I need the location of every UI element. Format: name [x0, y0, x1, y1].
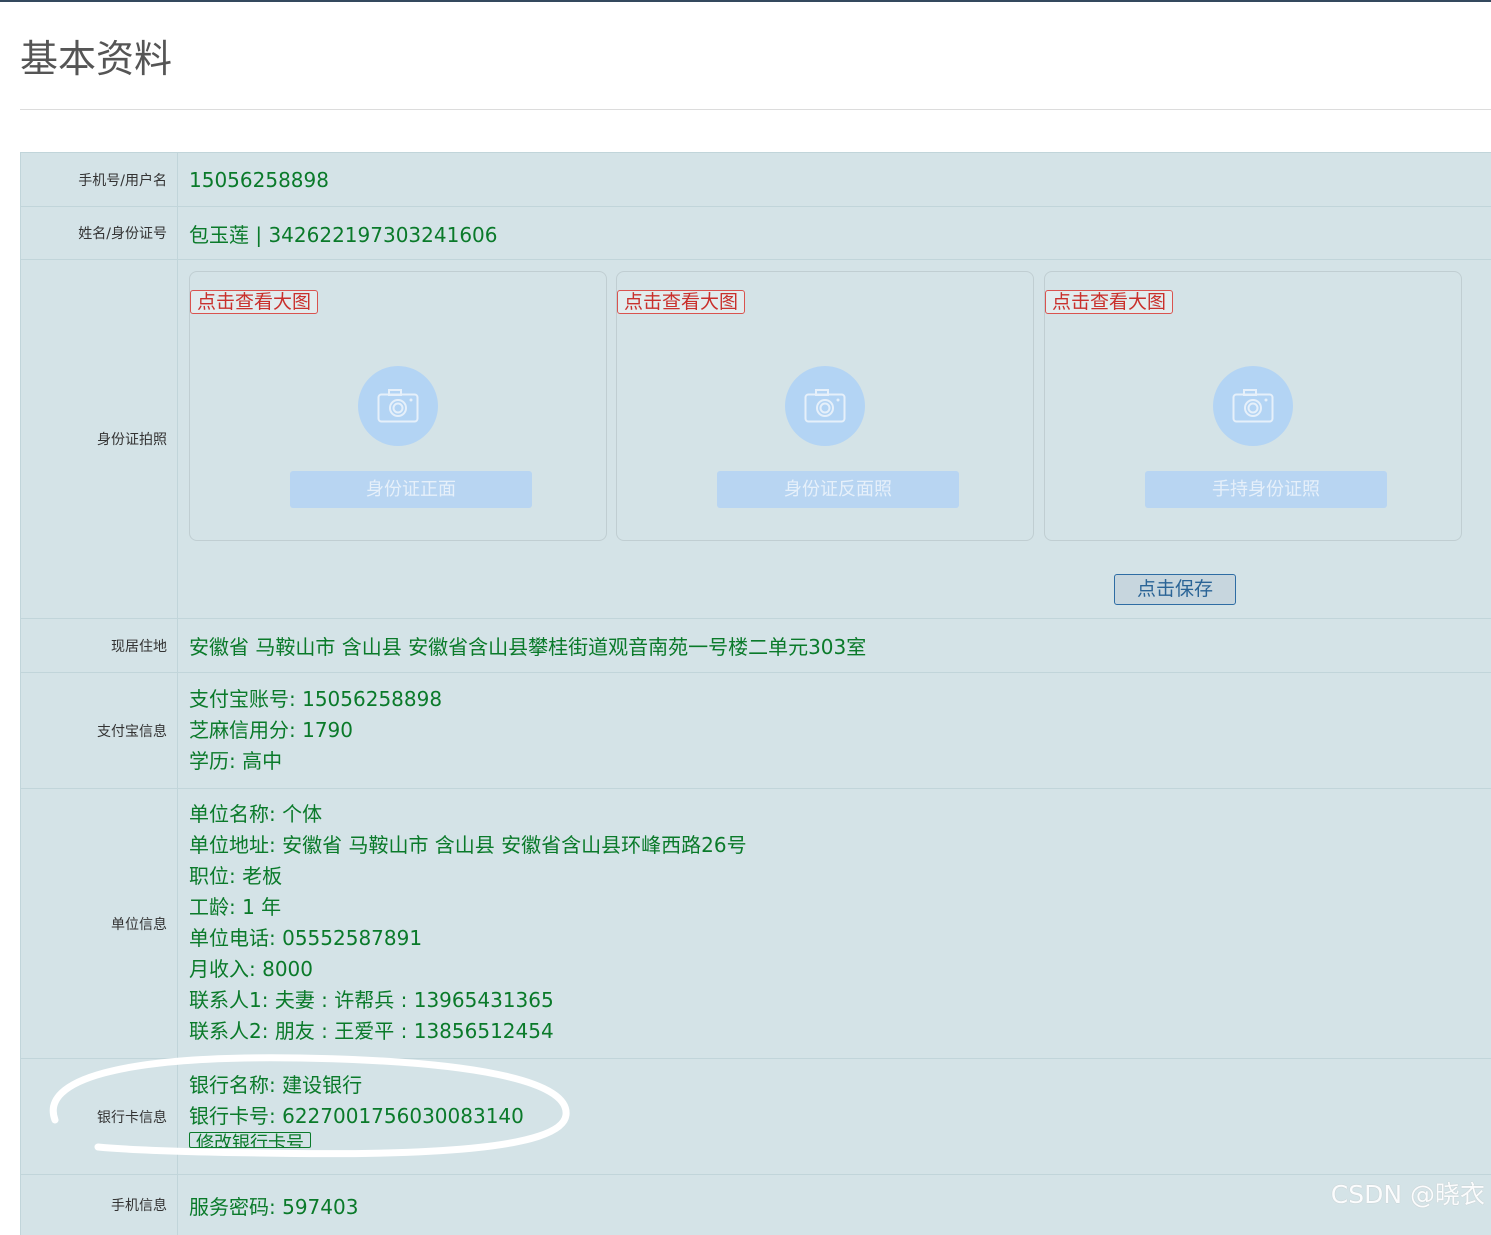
bank-card-number: 银行卡号: 6227001756030083140 — [189, 1104, 524, 1128]
phone-value: 15056258898 — [189, 167, 329, 192]
id-photo-card-front[interactable]: 点击查看大图 身份证正面 — [189, 271, 607, 541]
row-label-bank: 银行卡信息 — [20, 1059, 178, 1174]
view-large-link[interactable]: 点击查看大图 — [1045, 290, 1174, 314]
title-divider — [20, 109, 1491, 110]
row-label-phone: 手机号/用户名 — [20, 153, 178, 206]
company-address: 单位地址: 安徽省 马鞍山市 含山县 安徽省含山县环峰西路26号 — [189, 833, 747, 857]
edit-bank-wrap: 修改银行卡号 — [189, 1132, 1491, 1148]
top-border — [0, 0, 1491, 2]
company-phone: 单位电话: 05552587891 — [189, 926, 423, 950]
row-label-mobile: 手机信息 — [20, 1175, 178, 1235]
contact-2: 联系人2: 朋友 : 王爱平 : 13856512454 — [189, 1019, 554, 1043]
watermark: CSDN @晓衣 — [1330, 1180, 1485, 1209]
row-phone: 手机号/用户名 15056258898 — [20, 153, 1491, 207]
bank-name: 银行名称: 建设银行 — [189, 1073, 363, 1097]
row-mobile: 手机信息 服务密码: 597403 — [20, 1175, 1491, 1235]
row-label-company: 单位信息 — [20, 789, 178, 1058]
view-large-link[interactable]: 点击查看大图 — [617, 290, 746, 314]
work-years: 工龄: 1 年 — [189, 895, 282, 919]
row-name-id: 姓名/身份证号 包玉莲 | 342622197303241606 — [20, 207, 1491, 260]
row-address: 现居住地 安徽省 马鞍山市 含山县 安徽省含山县攀桂街道观音南苑一号楼二单元30… — [20, 619, 1491, 673]
camera-icon[interactable] — [1213, 366, 1293, 446]
save-photos-button[interactable]: 点击保存 — [1114, 574, 1236, 605]
camera-icon[interactable] — [358, 366, 438, 446]
upload-id-front-button[interactable]: 身份证正面 — [290, 471, 532, 508]
alipay-info: 支付宝账号: 15056258898 芝麻信用分: 1790 学历: 高中 — [178, 673, 1491, 788]
upload-id-back-button[interactable]: 身份证反面照 — [717, 471, 959, 508]
company-name: 单位名称: 个体 — [189, 802, 323, 826]
address-value: 安徽省 马鞍山市 含山县 安徽省含山县攀桂街道观音南苑一号楼二单元303室 — [189, 635, 867, 659]
service-password: 服务密码: 597403 — [189, 1194, 359, 1219]
row-label-alipay: 支付宝信息 — [20, 673, 178, 788]
profile-table: 手机号/用户名 15056258898 姓名/身份证号 包玉莲 | 342622… — [20, 152, 1491, 1235]
sesame-credit-score: 芝麻信用分: 1790 — [189, 718, 353, 742]
contact-1: 联系人1: 夫妻 : 许帮兵 : 13965431365 — [189, 988, 554, 1012]
bank-info: 银行名称: 建设银行 银行卡号: 6227001756030083140 修改银… — [178, 1059, 1491, 1174]
row-id-photos: 身份证拍照 点击查看大图 身份证正面 点击查看大图 身份证反面照 点击查看大图 — [20, 260, 1491, 619]
id-photo-card-handheld[interactable]: 点击查看大图 手持身份证照 — [1044, 271, 1462, 541]
id-photos-area: 点击查看大图 身份证正面 点击查看大图 身份证反面照 点击查看大图 手持身份证照 — [178, 260, 1491, 617]
row-label-name-id: 姓名/身份证号 — [20, 207, 178, 259]
job-position: 职位: 老板 — [189, 864, 283, 888]
company-info: 单位名称: 个体 单位地址: 安徽省 马鞍山市 含山县 安徽省含山县环峰西路26… — [178, 789, 1491, 1058]
view-large-link[interactable]: 点击查看大图 — [190, 290, 319, 314]
id-photo-card-back[interactable]: 点击查看大图 身份证反面照 — [616, 271, 1034, 541]
edit-bank-card-button[interactable]: 修改银行卡号 — [189, 1132, 311, 1148]
page-title: 基本资料 — [20, 37, 173, 81]
row-company: 单位信息 单位名称: 个体 单位地址: 安徽省 马鞍山市 含山县 安徽省含山县环… — [20, 789, 1491, 1059]
row-alipay: 支付宝信息 支付宝账号: 15056258898 芝麻信用分: 1790 学历:… — [20, 673, 1491, 789]
row-label-address: 现居住地 — [20, 619, 178, 672]
education: 学历: 高中 — [189, 749, 283, 773]
row-label-id-photos: 身份证拍照 — [20, 260, 178, 618]
camera-icon[interactable] — [785, 366, 865, 446]
upload-id-handheld-button[interactable]: 手持身份证照 — [1145, 471, 1387, 508]
alipay-account: 支付宝账号: 15056258898 — [189, 687, 443, 711]
row-bank: 银行卡信息 银行名称: 建设银行 银行卡号: 62270017560300831… — [20, 1059, 1491, 1175]
name-id-value: 包玉莲 | 342622197303241606 — [189, 222, 498, 247]
monthly-income: 月收入: 8000 — [189, 957, 313, 981]
